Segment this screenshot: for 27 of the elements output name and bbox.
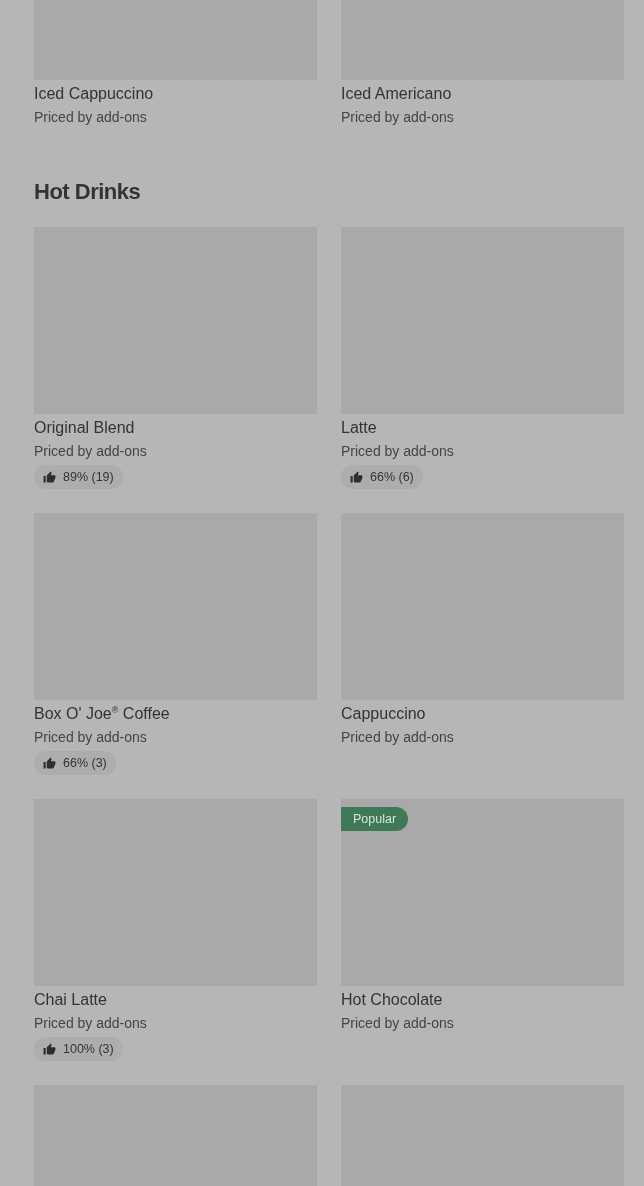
section-heading: Hot Drinks [34,178,142,206]
item-price: Priced by add-ons [34,1014,148,1033]
item-price: Priced by add-ons [34,728,148,747]
item-price: Priced by add-ons [341,1014,455,1033]
thumbs-up-icon [43,756,56,770]
item-price: Priced by add-ons [34,442,148,461]
thumbs-up-icon [350,470,363,484]
photo-placeholder[interactable] [341,799,624,986]
item-price: Priced by add-ons [341,728,455,747]
item-name[interactable]: Cappuccino [341,704,624,724]
item-name[interactable]: Iced Americano [341,84,624,104]
popular-badge: Popular [341,807,409,831]
item-name[interactable]: Box O' Joe$^{®}$ Coffee [34,704,317,724]
rating-text: 100% (3) [63,1042,114,1056]
item-name[interactable]: Latte [341,418,624,438]
item-price: Priced by add-ons [341,108,455,127]
item-name[interactable]: Chai Latte [34,990,317,1010]
item-name[interactable]: Hot Chocolate [341,990,624,1010]
item-price: Priced by add-ons [34,108,148,127]
item-name[interactable]: Iced Cappuccino [34,84,317,104]
item-name[interactable]: Original Blend [34,418,317,438]
item-price: Priced by add-ons [341,442,455,461]
thumbs-up-icon [43,470,56,484]
rating-text: 89% (19) [63,470,114,484]
rating-text: 66% (6) [370,470,414,484]
thumbs-up-icon [43,1042,56,1056]
rating-text: 66% (3) [63,756,107,770]
